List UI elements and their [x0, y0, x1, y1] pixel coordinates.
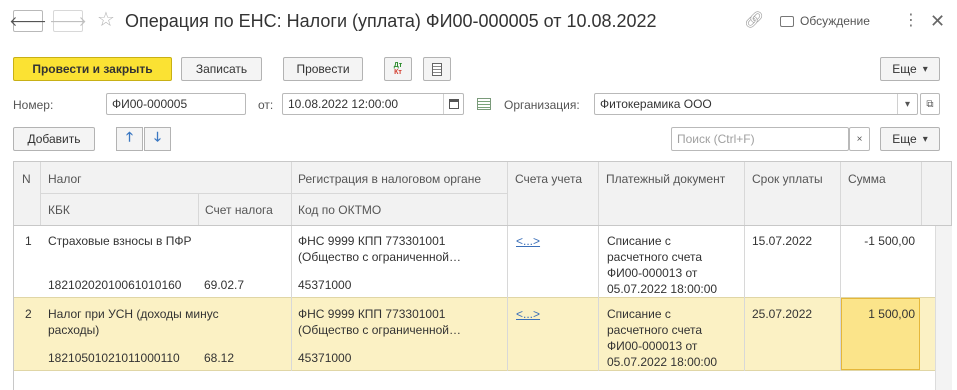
add-button[interactable]: Добавить	[13, 127, 95, 151]
link-icon[interactable]: 🔗︎	[744, 12, 764, 30]
forward-button[interactable]: 🡒	[49, 10, 87, 32]
open-organization-button[interactable]: ⧉	[920, 93, 940, 115]
document-list-icon[interactable]	[477, 98, 491, 110]
header-payment-doc[interactable]: Платежный документ	[606, 171, 725, 187]
arrow-down-icon: 🡓	[154, 129, 161, 144]
chevron-down-icon: ▾	[904, 98, 911, 110]
table-header: N Налог КБК Счет налога Регистрация в на…	[14, 162, 951, 226]
header-accounts[interactable]: Счета учета	[515, 171, 582, 187]
dt-kt-button[interactable]: Дт Кт	[384, 57, 412, 81]
table-more-button[interactable]: Еще	[880, 127, 940, 151]
chat-icon	[780, 15, 794, 27]
table-more-label: Еще	[892, 132, 917, 146]
dt-kt-icon: Дт Кт	[393, 62, 403, 76]
discussion-label: Обсуждение	[800, 14, 870, 28]
save-button[interactable]: Записать	[181, 57, 262, 81]
date-label: от:	[258, 98, 274, 112]
kebab-icon[interactable]: ⋮	[903, 12, 919, 30]
header-n[interactable]: N	[22, 171, 31, 187]
accounts-link[interactable]: <...>	[516, 233, 540, 249]
header-registration[interactable]: Регистрация в налоговом органе	[298, 171, 481, 187]
more-label: Еще	[892, 62, 917, 76]
star-icon[interactable]: ☆	[97, 9, 115, 31]
header-kbk[interactable]: КБК	[48, 202, 70, 218]
search-input[interactable]: Поиск (Ctrl+F)	[671, 127, 849, 151]
close-icon[interactable]: ✕	[930, 11, 945, 31]
number-label: Номер:	[13, 98, 54, 112]
discussion-button[interactable]: Обсуждение	[780, 13, 870, 29]
arrow-right-icon: 🡒	[49, 12, 87, 29]
header-amount[interactable]: Сумма	[848, 171, 886, 187]
back-button[interactable]: 🡐	[9, 10, 47, 32]
arrow-up-icon: 🡑	[126, 129, 133, 144]
post-button[interactable]: Провести	[283, 57, 363, 81]
close-icon: ×	[856, 133, 863, 145]
clear-search-button[interactable]: ×	[849, 127, 870, 151]
page-title: Операция по ЕНС: Налоги (уплата) ФИ00-00…	[125, 11, 657, 31]
accounts-link[interactable]: <...>	[516, 306, 540, 322]
open-icon: ⧉	[926, 98, 934, 110]
number-field[interactable]: ФИ00-000005	[106, 93, 246, 115]
calendar-button[interactable]	[443, 94, 463, 114]
table-scrollbar[interactable]	[935, 226, 952, 390]
date-field[interactable]: 10.08.2022 12:00:00	[282, 93, 464, 115]
header-tax-account[interactable]: Счет налога	[205, 202, 273, 218]
arrow-left-icon: 🡐	[9, 12, 47, 29]
organization-label: Организация:	[504, 98, 580, 112]
calendar-icon	[448, 99, 459, 109]
move-down-button[interactable]: 🡓	[144, 127, 171, 151]
header-due-date[interactable]: Срок уплаты	[752, 171, 823, 187]
header-tax[interactable]: Налог	[48, 171, 82, 187]
organization-field[interactable]: Фитокерамика ООО ▾	[594, 93, 918, 115]
post-and-close-button[interactable]: Провести и закрыть	[13, 57, 172, 81]
move-up-button[interactable]: 🡑	[116, 127, 143, 151]
more-button[interactable]: Еще	[880, 57, 940, 81]
header-oktmo[interactable]: Код по ОКТМО	[298, 202, 381, 218]
organization-dropdown-button[interactable]: ▾	[897, 94, 917, 114]
document-icon	[432, 62, 442, 76]
tax-table: N Налог КБК Счет налога Регистрация в на…	[13, 161, 952, 390]
report-button[interactable]	[423, 57, 451, 81]
